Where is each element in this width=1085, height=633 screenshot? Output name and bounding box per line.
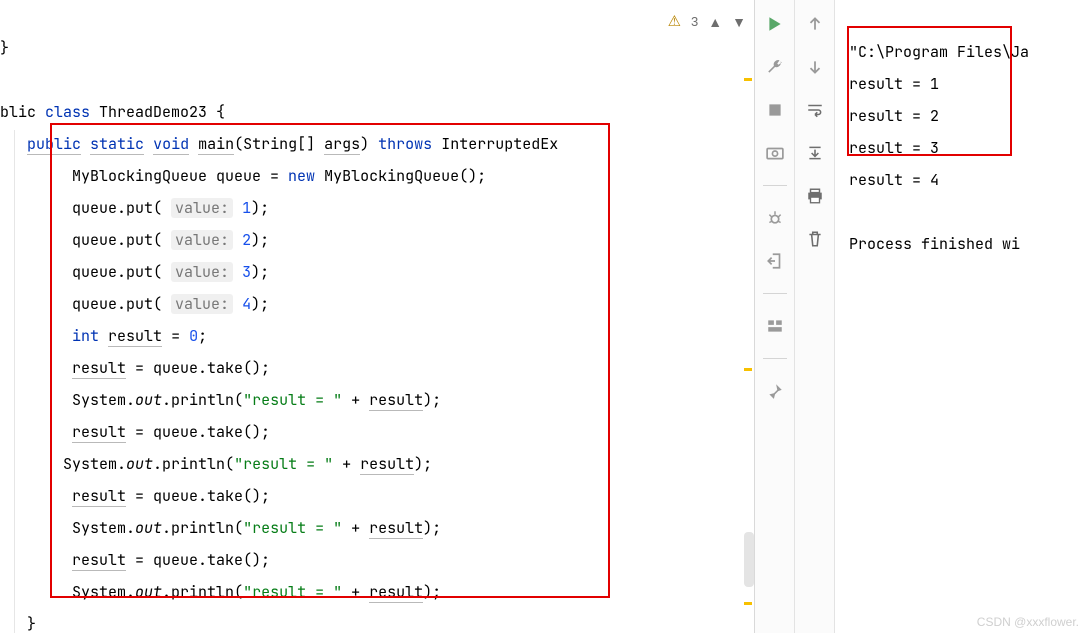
code-line: }: [0, 614, 36, 633]
separator: [763, 185, 787, 186]
exit-icon[interactable]: [761, 247, 789, 275]
separator: [763, 358, 787, 359]
code-line: queue.put( value: 2);: [0, 230, 269, 250]
code-line: queue.put( value: 3);: [0, 262, 269, 282]
run-button[interactable]: [761, 10, 789, 38]
console-line: Process finished wi: [849, 234, 1020, 254]
arrow-down-icon[interactable]: [801, 53, 829, 81]
code-line: public static void main(String[] args) t…: [0, 134, 558, 155]
run-console[interactable]: "C:\Program Files\Ja result = 1 result =…: [835, 0, 1085, 633]
code-line: System.out.println("result = " + result)…: [0, 454, 432, 475]
code-line: System.out.println("result = " + result)…: [0, 390, 441, 411]
code-line: int result = 0;: [0, 326, 207, 347]
pin-icon[interactable]: [761, 377, 789, 405]
run-toolbar-primary: [755, 0, 795, 633]
code-editor[interactable]: ⚠ 3 ▲ ▼ } blic class ThreadDemo23 { publ…: [0, 0, 754, 633]
console-line: result = 2: [849, 106, 939, 126]
console-toolbar: [795, 0, 835, 633]
code-line: result = queue.take();: [0, 486, 270, 507]
code-line: result = queue.take();: [0, 550, 270, 571]
run-toolwindow-toolbars: [754, 0, 835, 633]
layout-icon[interactable]: [761, 312, 789, 340]
watermark: CSDN @xxxflower.: [977, 615, 1079, 629]
warning-mark[interactable]: [744, 602, 752, 605]
code-line: queue.put( value: 4);: [0, 294, 269, 314]
code-line: queue.put( value: 1);: [0, 198, 269, 218]
code-line: }: [0, 38, 9, 58]
debug-bug-icon[interactable]: [761, 204, 789, 232]
separator: [763, 293, 787, 294]
code-body[interactable]: } blic class ThreadDemo23 { public stati…: [0, 0, 754, 633]
trash-icon[interactable]: [801, 225, 829, 253]
soft-wrap-icon[interactable]: [801, 96, 829, 124]
scroll-to-end-icon[interactable]: [801, 139, 829, 167]
console-line: result = 4: [849, 170, 939, 190]
wrench-icon[interactable]: [761, 53, 789, 81]
scrollbar-thumb[interactable]: [744, 532, 754, 587]
code-line: System.out.println("result = " + result)…: [0, 582, 441, 603]
code-line: System.out.println("result = " + result)…: [0, 518, 441, 539]
code-line: result = queue.take();: [0, 358, 270, 379]
warning-mark[interactable]: [744, 368, 752, 371]
stop-button[interactable]: [761, 96, 789, 124]
warning-mark[interactable]: [744, 78, 752, 81]
code-line: blic class ThreadDemo23 {: [0, 102, 225, 122]
code-line: MyBlockingQueue queue = new MyBlockingQu…: [0, 166, 486, 186]
print-icon[interactable]: [801, 182, 829, 210]
camera-icon[interactable]: [761, 139, 789, 167]
arrow-up-icon[interactable]: [801, 10, 829, 38]
code-line: result = queue.take();: [0, 422, 270, 443]
console-line: result = 1: [849, 74, 939, 94]
console-line: result = 3: [849, 138, 939, 158]
console-line: "C:\Program Files\Ja: [849, 42, 1029, 62]
